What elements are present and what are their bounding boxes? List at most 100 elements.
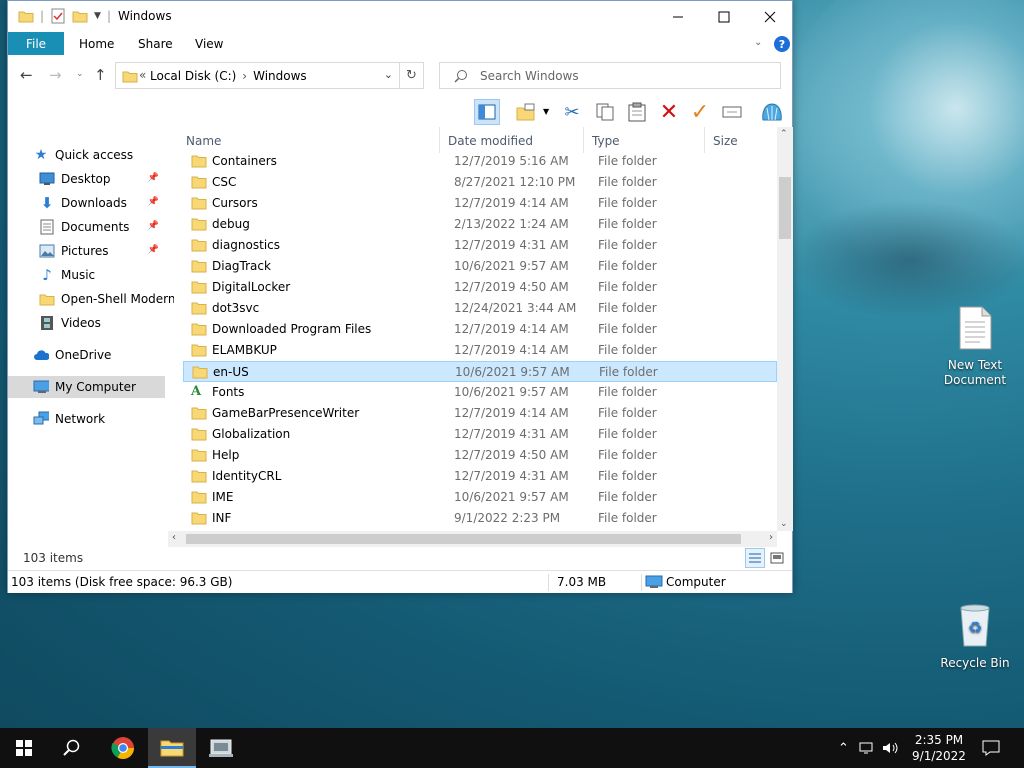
table-row[interactable]: IdentityCRL 12/7/2019 4:31 AM File folder — [183, 466, 777, 487]
horizontal-scroll-thumb[interactable] — [186, 534, 741, 544]
nav-quick-access[interactable]: ★ Quick access — [33, 144, 190, 166]
folder-icon — [191, 302, 207, 315]
action-center-button[interactable] — [968, 728, 1014, 768]
scroll-up-icon[interactable]: ⌃ — [780, 129, 788, 139]
pin-icon[interactable]: 📌 — [148, 221, 159, 231]
details-view-button[interactable] — [745, 548, 765, 568]
table-row[interactable]: DigitalLocker 12/7/2019 4:50 AM File folde… — [183, 277, 777, 298]
search-box[interactable]: Search Windows — [439, 62, 781, 89]
network-tray-icon[interactable] — [859, 741, 875, 755]
qat-dropdown-icon[interactable]: ▼ — [94, 11, 101, 21]
nav-music[interactable]: ♪ Music — [39, 264, 196, 286]
nav-downloads[interactable]: ⬇ Downloads 📌 — [39, 192, 165, 214]
table-row[interactable]: INF 9/1/2022 2:23 PM File folder — [183, 508, 777, 529]
pin-icon[interactable]: 📌 — [148, 245, 159, 255]
table-row[interactable]: DiagTrack 10/6/2021 9:57 AM File folder — [183, 256, 777, 277]
table-row[interactable]: CSC 8/27/2021 12:10 PM File folder — [183, 172, 777, 193]
refresh-button[interactable]: ↻ — [399, 62, 424, 89]
folder-options-button[interactable] — [513, 99, 539, 125]
open-shell-button[interactable] — [759, 99, 785, 125]
recent-locations-icon[interactable]: ⌄ — [76, 69, 84, 79]
vertical-scroll-thumb[interactable] — [779, 177, 791, 239]
table-row[interactable]: debug 2/13/2022 1:24 AM File folder — [183, 214, 777, 235]
file-name: debug — [212, 217, 250, 231]
tab-view[interactable]: View — [195, 37, 223, 51]
start-button[interactable] — [0, 728, 48, 768]
folder-icon — [191, 470, 207, 483]
breadcrumb-local-disk[interactable]: Local Disk (C:) — [150, 69, 236, 83]
scroll-down-icon[interactable]: ⌄ — [780, 519, 788, 529]
pin-icon[interactable]: 📌 — [148, 173, 159, 183]
table-row[interactable]: ELAMBKUP 12/7/2019 4:14 AM File folder — [183, 340, 777, 361]
minimize-button[interactable] — [655, 1, 701, 32]
folder-icon — [191, 491, 207, 504]
large-icons-view-button[interactable] — [767, 548, 787, 568]
search-button[interactable] — [48, 728, 96, 768]
cut-button[interactable]: ✂ — [559, 99, 585, 125]
picture-icon — [39, 243, 55, 259]
forward-button[interactable]: → — [49, 66, 62, 84]
copy-button[interactable] — [592, 99, 618, 125]
scroll-right-icon[interactable]: › — [769, 532, 773, 543]
desktop-icon-text-document[interactable]: New Text Document — [940, 306, 1010, 388]
help-icon[interactable]: ? — [774, 36, 790, 52]
file-type: File folder — [598, 154, 657, 168]
properties-icon[interactable] — [50, 8, 66, 24]
table-row[interactable]: Containers 12/7/2019 5:16 AM File folder — [183, 151, 777, 172]
table-row[interactable]: en-US 10/6/2021 9:57 AM File folder — [183, 361, 777, 382]
table-row[interactable]: GameBarPresenceWriter 12/7/2019 4:14 AM Fi… — [183, 403, 777, 424]
new-folder-icon[interactable] — [72, 8, 88, 24]
nav-documents[interactable]: Documents 📌 — [39, 216, 165, 238]
search-input[interactable]: Search Windows — [480, 69, 579, 83]
column-header-name[interactable]: Name — [178, 127, 440, 153]
taskbar-chrome[interactable] — [99, 728, 147, 768]
breadcrumb-windows[interactable]: Windows — [253, 69, 307, 83]
tab-share[interactable]: Share — [138, 37, 173, 51]
delete-button[interactable]: ✕ — [656, 99, 682, 125]
volume-icon[interactable] — [882, 741, 900, 755]
column-header-date[interactable]: Date modified — [440, 127, 584, 153]
nav-pictures[interactable]: Pictures 📌 — [39, 240, 165, 262]
nav-open-shell-modern[interactable]: Open-Shell Modern — [39, 288, 174, 310]
nav-desktop[interactable]: Desktop 📌 — [39, 168, 165, 190]
column-header-type[interactable]: Type — [584, 127, 705, 153]
nav-videos[interactable]: Videos — [39, 312, 196, 334]
nav-my-computer[interactable]: My Computer — [8, 376, 165, 398]
column-header-size[interactable]: Size — [705, 127, 777, 153]
close-button[interactable] — [747, 1, 793, 32]
table-row[interactable]: diagnostics 12/7/2019 4:31 AM File folder — [183, 235, 777, 256]
table-row[interactable]: IME 10/6/2021 9:57 AM File folder — [183, 487, 777, 508]
table-row[interactable]: Downloaded Program Files 12/7/2019 4:14 A… — [183, 319, 777, 340]
taskbar-file-explorer[interactable] — [148, 728, 196, 768]
navigation-pane-button[interactable] — [474, 99, 500, 125]
address-bar[interactable]: « Local Disk (C:) › Windows ⌄ — [115, 62, 400, 89]
address-overflow[interactable]: « — [139, 68, 146, 82]
clock[interactable]: 2:35 PM 9/1/2022 — [908, 732, 970, 764]
taskbar-app[interactable] — [197, 728, 245, 768]
table-row[interactable]: A Fonts 10/6/2021 9:57 AM File folder — [183, 382, 777, 403]
tab-file[interactable]: File — [8, 32, 64, 55]
paste-button[interactable] — [624, 99, 650, 125]
title-bar[interactable]: | ▼ | Windows — [8, 1, 792, 32]
desktop-icon-recycle-bin[interactable]: ♻ Recycle Bin — [940, 602, 1010, 671]
table-row[interactable]: Globalization 12/7/2019 4:31 AM File folde… — [183, 424, 777, 445]
tray-overflow-icon[interactable]: ⌃ — [838, 741, 849, 756]
address-dropdown-icon[interactable]: ⌄ — [384, 68, 393, 81]
up-button[interactable]: ↑ — [94, 66, 107, 84]
back-button[interactable]: ← — [20, 66, 33, 84]
maximize-button[interactable] — [701, 1, 747, 32]
nav-onedrive[interactable]: OneDrive — [33, 344, 190, 366]
tab-home[interactable]: Home — [79, 37, 114, 51]
horizontal-scrollbar[interactable]: ‹ › — [168, 531, 777, 547]
properties-button[interactable]: ✓ — [687, 99, 713, 125]
vertical-scrollbar[interactable]: ⌃ ⌄ — [777, 127, 793, 531]
folder-options-dropdown-icon[interactable]: ▼ — [543, 107, 549, 116]
ribbon-expand-icon[interactable]: ⌄ — [754, 37, 762, 48]
rename-button[interactable] — [719, 99, 745, 125]
scroll-left-icon[interactable]: ‹ — [172, 532, 176, 543]
table-row[interactable]: Help 12/7/2019 4:50 AM File folder — [183, 445, 777, 466]
table-row[interactable]: dot3svc 12/24/2021 3:44 AM File folder — [183, 298, 777, 319]
nav-network[interactable]: Network — [33, 408, 190, 430]
pin-icon[interactable]: 📌 — [148, 197, 159, 207]
table-row[interactable]: Cursors 12/7/2019 4:14 AM File folder — [183, 193, 777, 214]
